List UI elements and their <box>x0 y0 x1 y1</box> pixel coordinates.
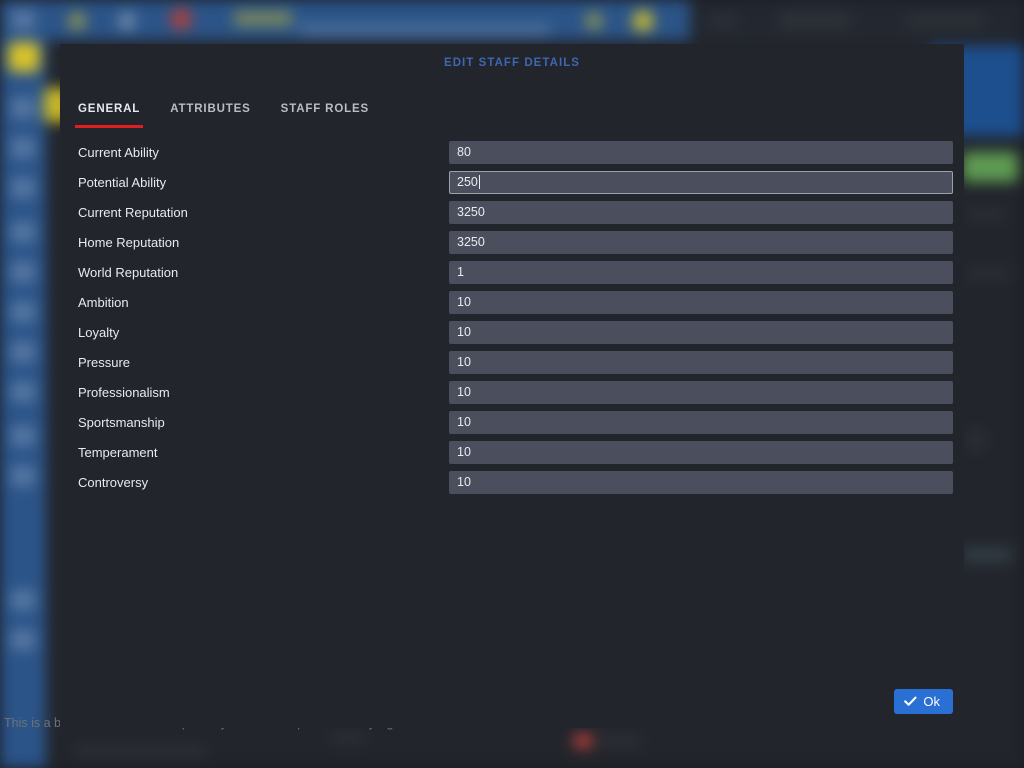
input-sportsmanship[interactable]: 10 <box>449 410 953 434</box>
form-row: Current Reputation 3250 <box>78 197 953 227</box>
background-bottom-left <box>0 730 46 768</box>
background-panel-row <box>966 208 1006 220</box>
tab-attributes[interactable]: ATTRIBUTES <box>170 103 250 123</box>
input-current-ability[interactable]: 80 <box>449 140 953 164</box>
edit-staff-details-dialog: EDIT STAFF DETAILS GENERAL ATTRIBUTES ST… <box>60 44 964 728</box>
input-potential-ability[interactable]: 250 <box>449 170 953 194</box>
background-topbar-right-item <box>906 14 984 28</box>
background-topbar-icon <box>632 10 654 32</box>
input-value: 10 <box>457 325 471 339</box>
check-icon <box>904 696 917 707</box>
dialog-title: EDIT STAFF DETAILS <box>443 57 581 69</box>
background-panel-row <box>966 430 986 450</box>
input-pressure[interactable]: 10 <box>449 350 953 374</box>
input-value: 3250 <box>457 205 485 219</box>
input-value: 10 <box>457 385 471 399</box>
background-sidebar-icon <box>11 590 35 610</box>
input-value: 10 <box>457 445 471 459</box>
form-row: Loyalty 10 <box>78 317 953 347</box>
background-panel-row <box>966 268 1010 280</box>
label-current-ability: Current Ability <box>78 144 159 160</box>
label-controversy: Controversy <box>78 474 149 490</box>
text-caret <box>478 175 480 189</box>
form-row: World Reputation 1 <box>78 257 953 287</box>
input-value: 10 <box>457 295 471 309</box>
background-sidebar-icon <box>11 466 35 486</box>
background-sidebar-icon <box>11 426 35 446</box>
background-bottom-item <box>330 732 366 744</box>
staff-attributes-form: Current Ability 80 Potential Ability 250… <box>60 137 964 497</box>
background-topbar-icon <box>585 12 603 30</box>
input-current-reputation[interactable]: 3250 <box>449 200 953 224</box>
background-sidebar-icon <box>11 10 35 30</box>
background-sidebar-icon <box>11 222 35 242</box>
input-value: 3250 <box>457 235 485 249</box>
input-world-reputation[interactable]: 1 <box>449 260 953 284</box>
input-value: 10 <box>457 475 471 489</box>
label-loyalty: Loyalty <box>78 324 120 340</box>
background-sidebar-icon <box>11 630 35 650</box>
tab-general[interactable]: GENERAL <box>74 103 144 128</box>
form-row: Home Reputation 3250 <box>78 227 953 257</box>
form-row: Pressure 10 <box>78 347 953 377</box>
label-current-reputation: Current Reputation <box>78 204 188 220</box>
input-value: 80 <box>457 145 471 159</box>
form-row: Sportsmanship 10 <box>78 407 953 437</box>
input-controversy[interactable]: 10 <box>449 470 953 494</box>
ok-button-label: Ok <box>923 694 940 709</box>
background-panel-row <box>962 548 1012 562</box>
background-topbar-icon <box>118 12 136 30</box>
form-row: Potential Ability 250 <box>78 167 953 197</box>
label-ambition: Ambition <box>78 294 129 310</box>
dialog-tabs: GENERAL ATTRIBUTES STAFF ROLES <box>60 95 964 128</box>
background-topbar-right-item <box>710 14 736 28</box>
label-home-reputation: Home Reputation <box>78 234 180 250</box>
background-bottom-item <box>598 734 640 748</box>
label-potential-ability: Potential Ability <box>78 174 167 190</box>
form-row: Ambition 10 <box>78 287 953 317</box>
background-topbar-right-item <box>780 10 850 30</box>
background-sidebar-icon <box>11 262 35 282</box>
form-row: Temperament 10 <box>78 437 953 467</box>
background-bottom-item <box>76 744 206 758</box>
background-sidebar-icon <box>11 342 35 362</box>
input-professionalism[interactable]: 10 <box>449 380 953 404</box>
background-sidebar-icon <box>11 138 35 158</box>
label-world-reputation: World Reputation <box>78 264 179 280</box>
background-green-badge <box>962 152 1018 182</box>
input-temperament[interactable]: 10 <box>449 440 953 464</box>
dialog-footer: Ok <box>894 689 953 714</box>
background-sidebar-icon <box>11 98 35 118</box>
input-value: 10 <box>457 355 471 369</box>
background-sidebar-icon <box>11 382 35 402</box>
label-sportsmanship: Sportsmanship <box>78 414 165 430</box>
label-professionalism: Professionalism <box>78 384 170 400</box>
label-temperament: Temperament <box>78 444 158 460</box>
background-topbar-icon <box>68 12 86 30</box>
input-value: 250 <box>457 175 478 189</box>
background-sidebar-icon <box>11 302 35 322</box>
background-bottom-red-badge <box>574 734 592 748</box>
label-pressure: Pressure <box>78 354 131 370</box>
form-row: Professionalism 10 <box>78 377 953 407</box>
input-value: 1 <box>457 265 464 279</box>
ok-button[interactable]: Ok <box>894 689 953 714</box>
input-home-reputation[interactable]: 3250 <box>449 230 953 254</box>
background-topbar-red-icon <box>170 8 192 30</box>
input-loyalty[interactable]: 10 <box>449 320 953 344</box>
background-sidebar-icon <box>11 178 35 198</box>
form-row: Controversy 10 <box>78 467 953 497</box>
background-topbar-label <box>234 11 292 26</box>
tab-staff-roles[interactable]: STAFF ROLES <box>281 103 369 123</box>
background-topbar-subtitle <box>300 24 550 35</box>
input-ambition[interactable]: 10 <box>449 290 953 314</box>
input-value: 10 <box>457 415 471 429</box>
background-sidebar-badge <box>8 42 40 72</box>
form-row: Current Ability 80 <box>78 137 953 167</box>
